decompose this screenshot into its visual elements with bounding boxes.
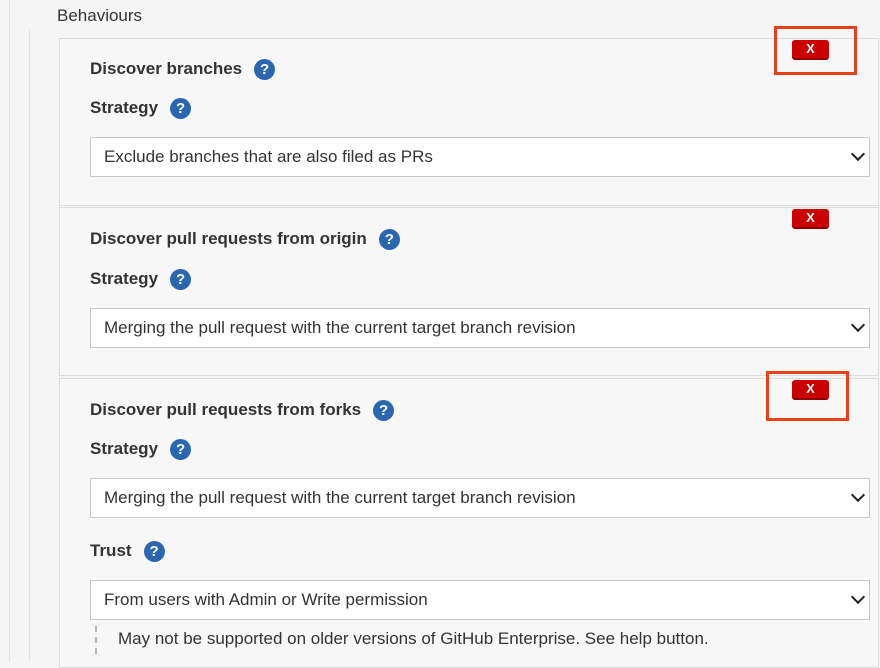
page-edge-line bbox=[9, 0, 10, 662]
behaviour-panel-discover-prs-origin: Discover pull requests from origin? Stra… bbox=[59, 207, 879, 376]
field-label-text: Strategy bbox=[90, 98, 159, 117]
trust-select[interactable]: From users with Admin or Write permissio… bbox=[90, 580, 870, 620]
help-icon[interactable]: ? bbox=[170, 98, 192, 120]
panel-heading-label: Discover branches bbox=[90, 59, 243, 78]
select-value: Merging the pull request with the curren… bbox=[104, 488, 576, 507]
section-rule bbox=[29, 30, 30, 662]
panel-heading-discover-prs-forks: Discover pull requests from forks? bbox=[90, 400, 395, 422]
strategy-select[interactable]: Merging the pull request with the curren… bbox=[90, 308, 870, 348]
delete-button[interactable]: X bbox=[792, 40, 829, 60]
field-label-text: Strategy bbox=[90, 439, 159, 458]
field-label-strategy: Strategy? bbox=[90, 269, 192, 291]
strategy-select[interactable]: Exclude branches that are also filed as … bbox=[90, 137, 870, 177]
help-icon[interactable]: ? bbox=[170, 269, 192, 291]
select-value: From users with Admin or Write permissio… bbox=[104, 590, 428, 609]
delete-button[interactable]: X bbox=[792, 380, 829, 400]
help-icon[interactable]: ? bbox=[170, 439, 192, 461]
panel-heading-discover-prs-origin: Discover pull requests from origin? bbox=[90, 229, 400, 251]
chevron-down-icon bbox=[850, 589, 866, 605]
strategy-select[interactable]: Merging the pull request with the curren… bbox=[90, 478, 870, 518]
panel-heading-discover-branches: Discover branches? bbox=[90, 59, 276, 81]
behaviour-panel-discover-branches: Discover branches? Strategy? Exclude bra… bbox=[59, 38, 879, 206]
note-indicator bbox=[95, 626, 97, 654]
chevron-down-icon bbox=[850, 146, 866, 162]
help-icon[interactable]: ? bbox=[373, 400, 395, 422]
panel-heading-label: Discover pull requests from forks bbox=[90, 400, 362, 419]
help-icon[interactable]: ? bbox=[143, 541, 165, 563]
help-icon[interactable]: ? bbox=[378, 229, 400, 251]
panel-heading-label: Discover pull requests from origin bbox=[90, 229, 367, 248]
chevron-down-icon bbox=[850, 317, 866, 333]
help-icon[interactable]: ? bbox=[254, 59, 276, 81]
select-value: Exclude branches that are also filed as … bbox=[104, 147, 433, 166]
section-title: Behaviours bbox=[57, 6, 143, 25]
behaviour-panel-discover-prs-forks: Discover pull requests from forks? Strat… bbox=[59, 378, 879, 668]
field-label-text: Strategy bbox=[90, 269, 159, 288]
select-value: Merging the pull request with the curren… bbox=[104, 318, 576, 337]
help-note: May not be supported on older versions o… bbox=[118, 629, 709, 648]
field-label-strategy: Strategy? bbox=[90, 439, 192, 461]
field-label-text: Trust bbox=[90, 541, 132, 560]
chevron-down-icon bbox=[850, 487, 866, 503]
field-label-trust: Trust? bbox=[90, 541, 165, 563]
delete-button[interactable]: X bbox=[792, 209, 829, 229]
field-label-strategy: Strategy? bbox=[90, 98, 192, 120]
